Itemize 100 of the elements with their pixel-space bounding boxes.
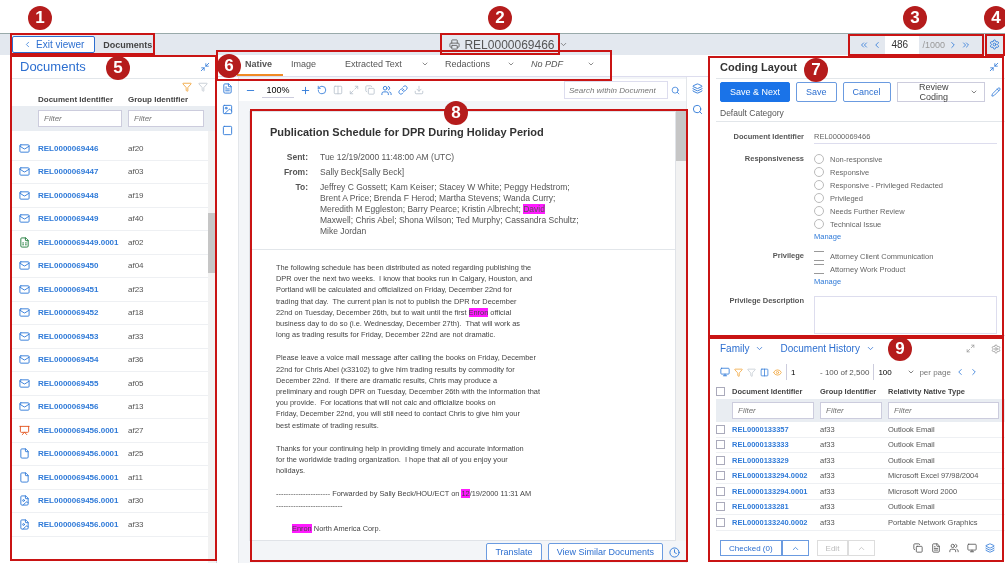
coding-button[interactable]: Cancel [842, 82, 891, 102]
expand-icon[interactable] [966, 344, 975, 353]
settings-icon[interactable] [989, 39, 1000, 50]
document-link[interactable]: REL0000069452 [38, 308, 128, 318]
download-icon[interactable] [414, 85, 424, 95]
rotate-icon[interactable] [317, 85, 327, 95]
last-page-icon[interactable] [961, 39, 971, 50]
row-checkbox[interactable] [716, 471, 725, 481]
document-link[interactable]: REL0000069450 [38, 261, 128, 271]
filter-icon[interactable] [182, 82, 192, 92]
panel-tab[interactable]: Family [720, 343, 765, 354]
coding-button[interactable]: Save [796, 82, 837, 102]
copy-icon[interactable] [913, 543, 923, 553]
clock-icon[interactable] [669, 546, 680, 558]
table-cell-text: af05 [128, 378, 145, 388]
table-cell-text: af20 [128, 143, 145, 153]
filter-icon[interactable] [747, 367, 756, 377]
action-button[interactable]: Translate [486, 543, 542, 561]
radio-button[interactable] [814, 167, 824, 177]
first-page-icon[interactable] [859, 39, 870, 50]
table-cell-text: af33 [128, 331, 145, 341]
viewer-tab[interactable]: Redactions [437, 54, 523, 76]
filter-field[interactable]: Filter [732, 402, 814, 419]
row-checkbox[interactable] [716, 455, 725, 465]
document-link[interactable]: REL0000069456.0001 [38, 496, 128, 506]
document-link[interactable]: REL0000069456.0001 [38, 519, 128, 529]
collapse-icon[interactable] [200, 61, 210, 72]
coding-button[interactable]: Save & Next [720, 82, 791, 102]
search-field[interactable]: Search within Document [564, 81, 668, 99]
radio-button[interactable] [814, 193, 824, 203]
monitor-icon[interactable] [967, 543, 977, 553]
document-link[interactable]: REL0000069451 [38, 284, 128, 294]
select-all-checkbox[interactable] [716, 386, 725, 396]
edit-icon[interactable] [991, 87, 1001, 97]
next-page-icon[interactable] [948, 39, 958, 50]
radio-button[interactable] [814, 219, 824, 229]
people-icon[interactable] [381, 84, 392, 96]
row-checkbox[interactable] [716, 502, 725, 512]
search-icon[interactable] [671, 85, 680, 95]
settings-icon[interactable] [991, 343, 1001, 354]
document-selector[interactable]: REL0000069466 [443, 36, 574, 53]
checked-button[interactable]: Checked (0) [720, 540, 782, 556]
view-icon[interactable] [773, 367, 782, 377]
filter-field[interactable]: Filter [128, 110, 204, 127]
frame-icon[interactable] [222, 125, 233, 136]
envelope-icon [18, 189, 30, 201]
column-header[interactable]: Group Identifier [128, 94, 216, 104]
document-link[interactable]: REL0000069453 [38, 331, 128, 341]
filter-field[interactable]: Filter [888, 402, 999, 419]
filter-field[interactable]: Filter [820, 402, 882, 419]
row-checkbox[interactable] [716, 440, 725, 450]
viewer-tab[interactable]: Extracted Text [337, 54, 437, 76]
document-link[interactable]: REL0000069446 [38, 143, 128, 153]
scrollbar[interactable] [208, 131, 216, 563]
radio-button[interactable] [814, 154, 824, 164]
document-link[interactable]: REL0000069449 [38, 214, 128, 224]
action-button[interactable]: View Similar Documents [547, 543, 663, 561]
envelope-icon [18, 142, 30, 154]
image-view-icon[interactable] [222, 104, 233, 115]
link-icon[interactable] [398, 85, 408, 95]
scrollbar[interactable] [676, 111, 686, 541]
viewer-tab[interactable]: Image [283, 54, 337, 76]
row-checkbox[interactable] [716, 517, 725, 527]
people-icon[interactable] [949, 543, 959, 553]
exit-viewer-button[interactable]: Exit viewer [12, 36, 96, 53]
columns-icon[interactable] [760, 367, 769, 377]
document-link[interactable]: REL0000069449.0001 [38, 237, 128, 247]
filter-field[interactable]: Filter [38, 110, 122, 127]
document-link[interactable]: REL0000069456 [38, 402, 128, 412]
page-layout-icon[interactable] [333, 85, 343, 95]
filter-icon[interactable] [734, 367, 743, 377]
filter-icon[interactable] [198, 82, 208, 92]
panel-tab[interactable]: Document History [780, 343, 875, 354]
zoom-in-icon[interactable] [300, 84, 311, 96]
row-checkbox[interactable] [716, 486, 725, 496]
layers-icon[interactable] [692, 83, 703, 94]
document-link[interactable]: REL0000069456.0001 [38, 472, 128, 482]
layers-icon[interactable] [985, 543, 995, 553]
document-link[interactable]: REL0000069447 [38, 167, 128, 177]
column-header[interactable]: Document Identifier [38, 94, 128, 104]
document-link[interactable]: REL0000069454 [38, 355, 128, 365]
row-checkbox[interactable] [716, 424, 725, 434]
envelope-icon [18, 377, 30, 389]
radio-button[interactable] [814, 180, 824, 190]
viewer-tab[interactable]: No PDF [523, 54, 603, 76]
search-icon[interactable] [692, 104, 703, 115]
caret-icon [421, 60, 429, 68]
collapse-icon[interactable] [989, 61, 999, 72]
document-link[interactable]: REL0000069448 [38, 190, 128, 200]
fit-icon[interactable] [349, 85, 359, 95]
document-link[interactable]: REL0000069456.0001 [38, 449, 128, 459]
layout-select[interactable]: Review Coding [896, 82, 985, 102]
radio-button[interactable] [814, 206, 824, 216]
document-link[interactable]: REL0000069456.0001 [38, 425, 128, 435]
document-icon[interactable] [931, 543, 941, 553]
native-view-icon[interactable] [222, 83, 233, 94]
text-area[interactable] [814, 296, 997, 334]
callout-badge: 4 [984, 6, 1005, 30]
document-link[interactable]: REL0000069455 [38, 378, 128, 388]
expand-button[interactable] [781, 540, 809, 556]
